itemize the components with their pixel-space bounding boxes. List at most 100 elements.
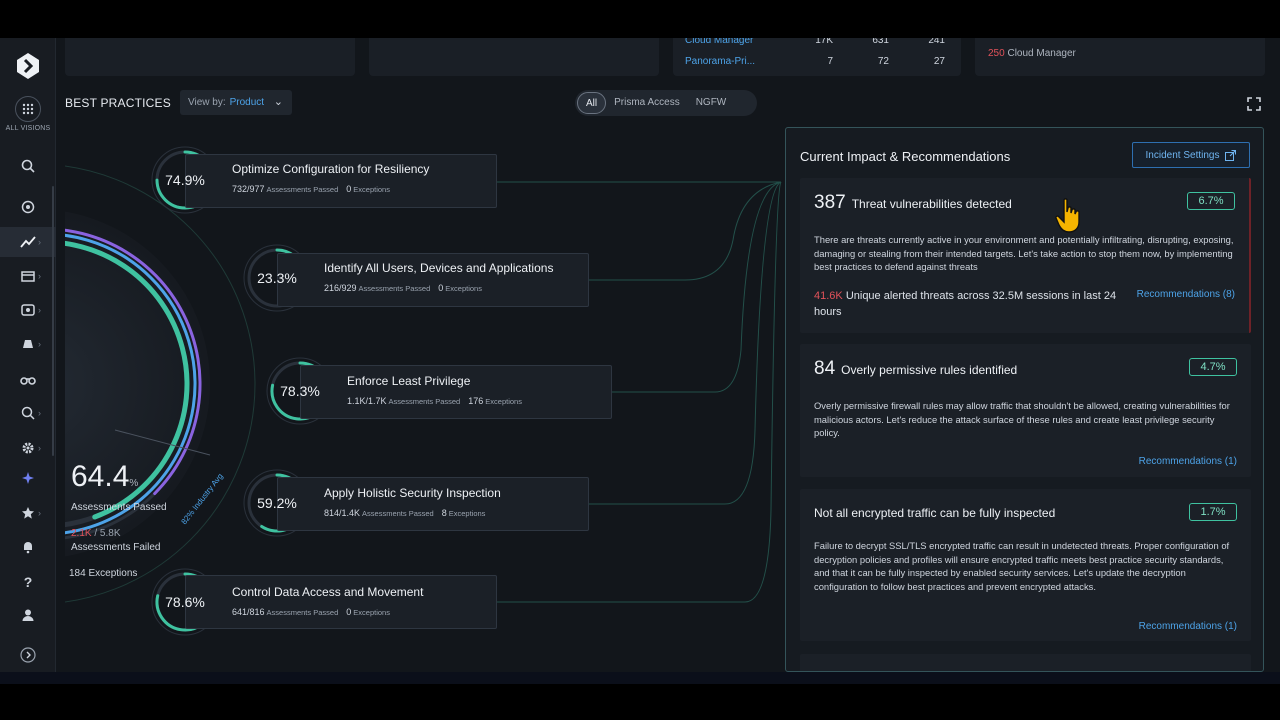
star-icon[interactable]: › <box>0 498 56 528</box>
exceptions-label: Exceptions <box>445 284 482 293</box>
sidebar-scrollbar[interactable] <box>52 186 54 456</box>
all-visions-button[interactable]: ALL VISIONS <box>0 96 56 132</box>
practice-stats: 732/977 Assessments Passed 0 Exceptions <box>232 184 398 194</box>
practice-stats: 216/929 Assessments Passed 0 Exceptions <box>324 283 490 293</box>
app-window: ALL VISIONS › › › › › › › ? Cloud Manage… <box>0 38 1280 672</box>
filter-all[interactable]: All <box>577 92 607 114</box>
fullscreen-icon[interactable] <box>1247 97 1261 111</box>
impact-badge: 6.7% <box>1187 192 1235 210</box>
passed-value: 814/1.4K <box>324 508 361 518</box>
shield-search-icon[interactable]: › <box>0 398 56 428</box>
help-icon[interactable]: ? <box>0 567 56 597</box>
recommendations-link[interactable]: Recommendations (1) <box>1139 621 1237 632</box>
product-link[interactable]: Cloud Manager <box>685 38 803 46</box>
passed-label: Assessments Passed <box>266 185 339 194</box>
stat-value: 7 <box>827 56 833 67</box>
bell-book-icon[interactable]: › <box>0 329 56 359</box>
sidebar: ALL VISIONS › › › › › › › ? <box>0 38 56 672</box>
exceptions-value: 8 <box>441 508 447 518</box>
chevron-right-icon: › <box>38 271 41 281</box>
view-by-value: Product <box>229 97 265 108</box>
dashboard-icon[interactable]: › <box>0 227 56 257</box>
recommendation-card[interactable] <box>800 654 1251 671</box>
panel-title: Current Impact & Recommendations <box>800 149 1011 164</box>
practice-percent: 78.6% <box>165 594 205 610</box>
recommendation-card[interactable]: Not all encrypted traffic can be fully i… <box>800 489 1251 641</box>
view-by-dropdown[interactable]: View by: Product ⌄ <box>180 90 292 115</box>
passed-value: 732/977 <box>232 184 265 194</box>
card-title: Not all encrypted traffic can be fully i… <box>814 506 1056 520</box>
passed-value: 216/929 <box>324 283 357 293</box>
impact-badge: 1.7% <box>1189 503 1237 521</box>
user-icon[interactable] <box>0 600 56 630</box>
stat-value: 631 <box>872 38 889 46</box>
stat-value: 72 <box>877 56 889 67</box>
external-link-icon <box>1225 149 1237 161</box>
practice-stats: 1.1K/1.7K Assessments Passed 176 Exceptions <box>347 396 530 406</box>
exceptions-label: Exceptions <box>353 185 390 194</box>
failed-value: 2.1K <box>71 528 92 539</box>
chevron-right-icon: › <box>38 339 41 349</box>
recommendation-card[interactable]: 387 Threat vulnerabilities detected 6.7% … <box>800 178 1251 333</box>
recommendations-link[interactable]: Recommendations (1) <box>1139 456 1237 467</box>
exceptions-value: 0 <box>346 184 352 194</box>
stats-row: Panorama-Pri... 7 72 27 <box>685 56 945 67</box>
practice-title[interactable]: Optimize Configuration for Resiliency <box>232 162 429 176</box>
chevron-right-icon: › <box>38 443 41 453</box>
practice-percent: 74.9% <box>165 172 205 188</box>
summary-card <box>369 38 659 76</box>
card-count: 84 <box>814 358 836 379</box>
chevron-right-icon: › <box>38 508 41 518</box>
exceptions-label: Exceptions <box>448 509 486 518</box>
search-icon[interactable] <box>0 151 56 181</box>
practice-card[interactable] <box>185 575 497 629</box>
failed-total: / 5.8K <box>94 528 121 539</box>
incident-settings-button[interactable]: Incident Settings <box>1132 142 1250 168</box>
app-logo-icon[interactable] <box>14 52 42 80</box>
notification-icon[interactable] <box>0 532 56 562</box>
alert-value: 41.6K <box>814 290 843 302</box>
industry-avg-label: 82% Industry Avg <box>179 472 224 526</box>
grid-icon <box>15 96 41 122</box>
practice-title[interactable]: Apply Holistic Security Inspection <box>324 486 501 500</box>
practice-stats: 641/816 Assessments Passed 0 Exceptions <box>232 607 398 617</box>
recommendations-link[interactable]: Recommendations (8) <box>1137 289 1235 300</box>
sparkle-icon[interactable] <box>0 463 56 493</box>
page-title: BEST PRACTICES <box>65 96 171 110</box>
failed-ratio: 2.1K / 5.8K <box>71 528 121 539</box>
exceptions-value: 0 <box>346 607 352 617</box>
passed-label: Assessments Passed <box>362 509 434 518</box>
practice-percent: 59.2% <box>257 495 297 511</box>
practice-percent: 23.3% <box>257 270 297 286</box>
target-icon[interactable] <box>0 192 56 222</box>
hand-cursor-icon <box>1055 198 1080 233</box>
bottom-strip <box>0 672 1280 684</box>
settings-icon[interactable]: › <box>0 433 56 463</box>
practice-title[interactable]: Enforce Least Privilege <box>347 374 470 388</box>
filter-prisma-access[interactable]: Prisma Access <box>606 92 688 114</box>
percent-unit: % <box>129 478 139 489</box>
practice-title[interactable]: Control Data Access and Movement <box>232 585 423 599</box>
cloud-manager-count: 250 Cloud Manager <box>988 48 1076 59</box>
binoculars-icon[interactable] <box>0 364 56 394</box>
count-label: Cloud Manager <box>1007 48 1076 59</box>
filter-ngfw[interactable]: NGFW <box>688 92 735 114</box>
practice-title[interactable]: Identify All Users, Devices and Applicat… <box>324 261 553 275</box>
globe-icon[interactable]: › <box>0 295 56 325</box>
practice-stats: 814/1.4K Assessments Passed 8 Exceptions <box>324 508 493 518</box>
recommendation-card[interactable]: 84 Overly permissive rules identified 4.7… <box>800 344 1251 477</box>
stat-value: 17K <box>815 38 833 46</box>
chevron-right-icon: › <box>38 237 41 247</box>
overall-percent-value: 64.4 <box>71 460 130 493</box>
passed-label: Assessments Passed <box>266 608 339 617</box>
expand-sidebar-icon[interactable] <box>0 640 56 670</box>
assessments-passed-label: Assessments Passed <box>71 502 167 513</box>
card-heading: 84 Overly permissive rules identified <box>814 358 1017 380</box>
chevron-right-icon: › <box>38 305 41 315</box>
count-value: 250 <box>988 48 1005 59</box>
cube-icon[interactable]: › <box>0 261 56 291</box>
exceptions-label: Exceptions <box>485 397 522 406</box>
letterbox-top <box>0 0 1280 38</box>
card-heading: Not all encrypted traffic can be fully i… <box>814 506 1055 520</box>
product-link[interactable]: Panorama-Pri... <box>685 56 803 67</box>
